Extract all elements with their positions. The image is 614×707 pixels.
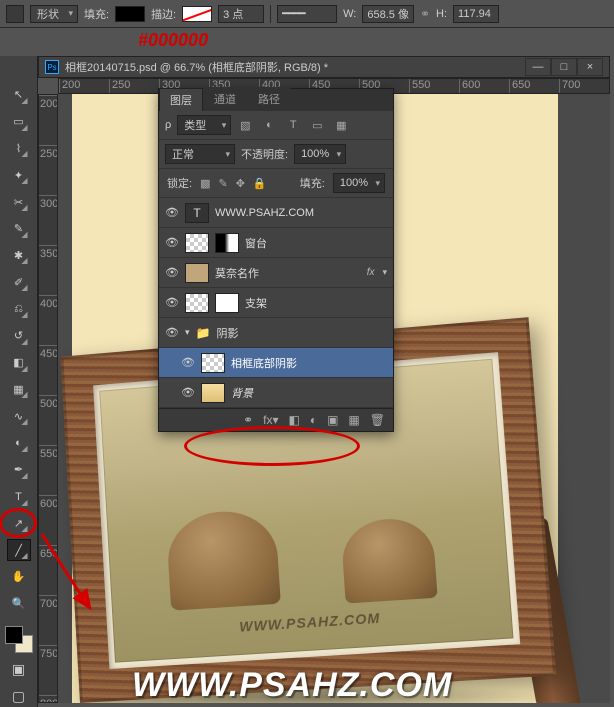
opacity-input[interactable]: 100% [294,144,346,164]
separator [270,5,271,23]
fill-opacity-label: 填充: [300,175,325,191]
history-brush-tool[interactable]: ↺◢ [7,325,31,347]
line-tool[interactable]: ╱◢ [7,539,31,561]
filter-icons[interactable]: ▧ ◐ T ▭ ▦ [237,119,349,132]
zoom-tool[interactable]: 🔍 [7,593,31,615]
filter-kind-dropdown[interactable]: 类型 [177,115,231,135]
tool-preset-icon[interactable] [6,5,24,23]
layer-mask-icon[interactable]: ◧ [288,413,299,427]
lock-position-icon[interactable]: ✥ [236,177,245,190]
lock-paint-icon[interactable]: ✎ [218,177,227,190]
eyedropper-tool[interactable]: ✎◢ [7,218,31,240]
adjustment-layer-icon[interactable]: ◐ [310,413,317,427]
width-input[interactable]: 658.5 像 [362,5,414,23]
stroke-label: 描边: [151,6,176,22]
screenmode-tool[interactable]: ▢ [7,685,31,707]
gradient-tool[interactable]: ▦◢ [7,379,31,401]
visibility-icon[interactable]: 👁 [165,236,179,249]
fill-swatch[interactable] [115,6,145,22]
lasso-tool[interactable]: ⌇◢ [7,138,31,160]
filter-adjust-icon[interactable]: ◐ [261,119,277,132]
stroke-style-dropdown[interactable]: ━━━━ [277,5,337,23]
fx-badge[interactable]: fx [367,267,375,278]
quickmask-tool[interactable]: ▣ [7,658,31,680]
layer-fx-icon[interactable]: fx▾ [263,413,278,427]
link-icon[interactable]: ⚭ [420,7,430,21]
opacity-label: 不透明度: [241,146,288,162]
layer-windowsill[interactable]: 👁 窗台 [159,228,393,258]
dodge-tool[interactable]: ◐◢ [7,432,31,454]
visibility-icon[interactable]: 👁 [165,266,179,279]
visibility-icon[interactable]: 👁 [165,206,179,219]
eraser-tool[interactable]: ◧◢ [7,352,31,374]
filter-shape-icon[interactable]: ▭ [309,119,325,132]
hand-tool[interactable]: ✋ [7,566,31,588]
layers-panel: 图层 通道 路径 ρ 类型 ▧ ◐ T ▭ ▦ 正常 不透明度: 100% 锁定… [158,88,394,432]
tab-paths[interactable]: 路径 [247,87,291,111]
blend-mode-dropdown[interactable]: 正常 [165,144,235,164]
layer-background[interactable]: 👁 背景 [159,378,393,408]
brush-tool[interactable]: ✐◢ [7,271,31,293]
lock-transparency-icon[interactable]: ▩ [200,177,210,190]
layer-group-shadow[interactable]: 👁 ▾ 📁 阴影 [159,318,393,348]
window-close-button[interactable]: × [577,58,603,76]
layer-monet[interactable]: 👁 莫奈名作 fx▾ [159,258,393,288]
healing-tool[interactable]: ✱◢ [7,245,31,267]
pen-tool[interactable]: ✒◢ [7,459,31,481]
height-label: H: [436,8,447,20]
annotation-fill-hex: #000000 [138,30,208,51]
filter-pixel-icon[interactable]: ▧ [237,119,253,132]
panel-tabs: 图层 通道 路径 [159,89,393,111]
group-icon[interactable]: ▣ [327,413,338,427]
width-label: W: [343,8,356,20]
fill-label: 填充: [84,6,109,22]
stroke-swatch[interactable] [182,6,212,22]
height-input[interactable]: 117.94 [453,5,499,23]
frame-watermark: WWW.PSAHZ.COM [239,610,381,635]
new-layer-icon[interactable]: ▦ [348,413,359,427]
lock-label: 锁定: [167,175,192,191]
magic-wand-tool[interactable]: ✦◢ [7,164,31,186]
type-tool[interactable]: T◢ [7,486,31,508]
move-tool[interactable]: ↖◢ [7,84,31,106]
filter-type-icon[interactable]: T [285,119,301,132]
blur-tool[interactable]: ∿◢ [7,405,31,427]
marquee-tool[interactable]: ▭◢ [7,111,31,133]
foreground-color[interactable] [5,626,23,644]
lock-all-icon[interactable]: 🔒 [253,177,267,190]
visibility-icon[interactable]: 👁 [181,386,195,399]
stamp-tool[interactable]: ⎌◢ [7,298,31,320]
document-title: 相框20140715.psd @ 66.7% (相框底部阴影, RGB/8) * [65,59,525,75]
layers-footer: ⚭ fx▾ ◧ ◐ ▣ ▦ 🗑 [159,408,393,431]
filter-smart-icon[interactable]: ▦ [333,119,349,132]
delete-layer-icon[interactable]: 🗑 [370,413,385,427]
shape-mode-dropdown[interactable]: 形状 [30,5,78,23]
stroke-width-input[interactable]: 3 点 [218,5,264,23]
layer-stand[interactable]: 👁 支架 [159,288,393,318]
layer-list: 👁 T WWW.PSAHZ.COM 👁 窗台 👁 莫奈名作 fx▾ 👁 支架 👁… [159,198,393,408]
window-maximize-button[interactable]: □ [551,58,577,76]
tab-layers[interactable]: 图层 [159,88,203,111]
color-swatches[interactable] [5,626,33,654]
layer-text[interactable]: 👁 T WWW.PSAHZ.COM [159,198,393,228]
options-bar: 形状 填充: 描边: 3 点 ━━━━ W: 658.5 像 ⚭ H: 117.… [0,0,614,28]
path-select-tool[interactable]: ↗◢ [7,513,31,535]
page-watermark: WWW.PSAHZ.COM [132,666,452,703]
visibility-icon[interactable]: 👁 [165,296,179,309]
tab-channels[interactable]: 通道 [203,87,247,111]
visibility-icon[interactable]: 👁 [181,356,195,369]
link-layers-icon[interactable]: ⚭ [243,413,253,427]
visibility-icon[interactable]: 👁 [165,326,179,339]
document-titlebar: Ps 相框20140715.psd @ 66.7% (相框底部阴影, RGB/8… [38,56,610,78]
ps-icon: Ps [45,60,59,74]
tools-panel: ↖◢ ▭◢ ⌇◢ ✦◢ ✂◢ ✎◢ ✱◢ ✐◢ ⎌◢ ↺◢ ◧◢ ▦◢ ∿◢ ◐… [0,56,38,707]
window-minimize-button[interactable]: — [525,58,551,76]
ruler-vertical[interactable]: 200250300350400450500550600650700750800 [38,94,58,703]
fill-opacity-input[interactable]: 100% [333,173,385,193]
layer-frame-shadow[interactable]: 👁 相框底部阴影 [159,348,393,378]
crop-tool[interactable]: ✂◢ [7,191,31,213]
folder-icon: 📁 [196,326,211,340]
